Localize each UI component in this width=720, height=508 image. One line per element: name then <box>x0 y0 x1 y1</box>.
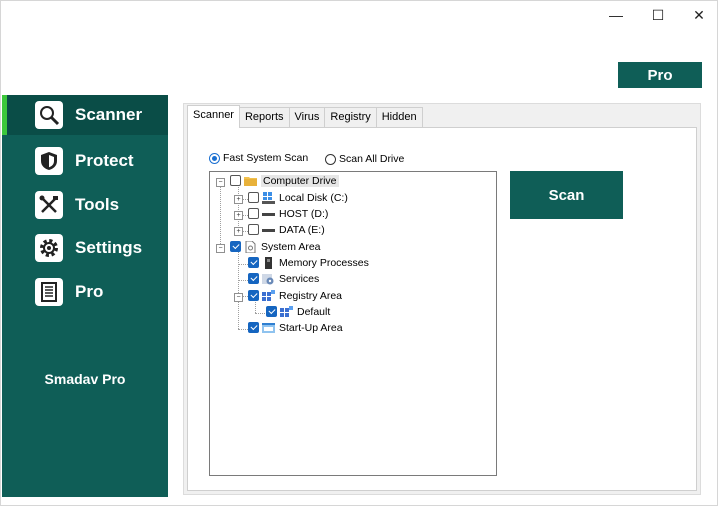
checkbox[interactable] <box>230 175 241 186</box>
sidebar-item-settings[interactable]: Settings <box>2 228 168 268</box>
sidebar-item-label: Settings <box>75 238 143 257</box>
tab-scanner[interactable]: Scanner <box>187 105 240 128</box>
sidebar-item-label: Pro <box>75 282 104 301</box>
tree-connector <box>238 329 248 330</box>
sidebar-item-tools[interactable]: Tools <box>2 185 168 225</box>
tree-node-services[interactable]: Services <box>248 271 319 286</box>
maximize-icon: ☐ <box>651 6 665 23</box>
windows-drive-icon <box>262 191 275 204</box>
tab-hidden[interactable]: Hidden <box>375 107 423 128</box>
tab-virus[interactable]: Virus <box>288 107 326 128</box>
title-bar: — ☐ ✕ <box>1 1 717 29</box>
checkbox[interactable] <box>248 322 259 333</box>
tree-node-label: Registry Area <box>279 289 343 302</box>
tree-node-label: Computer Drive <box>261 174 339 187</box>
tree-connector <box>220 185 221 248</box>
minimize-button[interactable]: — <box>594 1 638 29</box>
checkbox[interactable] <box>248 290 259 301</box>
tree-node-label: Start-Up Area <box>279 321 343 334</box>
fast-scan-label: Fast System Scan <box>223 152 309 164</box>
document-list-icon <box>35 278 63 306</box>
tree-collapse-toggle[interactable]: − <box>216 244 225 253</box>
drive-icon <box>262 208 275 220</box>
magnifier-icon <box>35 101 63 129</box>
tree-node-computer-drive[interactable]: Computer Drive <box>230 173 339 188</box>
close-icon: ✕ <box>693 6 705 23</box>
sidebar-item-pro[interactable]: Pro <box>2 272 168 312</box>
tree-connector <box>238 251 239 329</box>
tree-collapse-toggle[interactable]: − <box>234 293 243 302</box>
scan-all-label: Scan All Drive <box>339 153 405 165</box>
sidebar-item-label: Scanner <box>75 105 143 124</box>
checkbox[interactable] <box>248 224 259 235</box>
tree-collapse-toggle[interactable]: − <box>216 178 225 187</box>
close-button[interactable]: ✕ <box>677 1 720 29</box>
tree-connector <box>238 280 248 281</box>
tree-node-label: Memory Processes <box>279 256 369 269</box>
tree-expand-toggle[interactable]: + <box>234 195 243 204</box>
sidebar-item-label: Protect <box>75 151 134 170</box>
tree-node-default[interactable]: Default <box>266 304 330 319</box>
folder-icon <box>244 175 257 187</box>
tree-connector <box>238 185 239 232</box>
checkbox[interactable] <box>266 306 277 317</box>
window-icon <box>262 322 275 334</box>
tree-node-startup[interactable]: Start-Up Area <box>248 320 343 335</box>
scan-tree[interactable]: − Computer Drive + Local Disk (C:) + HOS… <box>209 171 497 476</box>
services-gear-icon <box>262 273 275 285</box>
tree-node-label: HOST (D:) <box>279 207 329 220</box>
tree-node-label: Local Disk (C:) <box>279 191 348 204</box>
tree-node-local-disk[interactable]: Local Disk (C:) <box>248 190 348 205</box>
sidebar-item-scanner[interactable]: Scanner <box>2 95 168 135</box>
memory-chip-icon <box>262 256 275 269</box>
tree-node-host[interactable]: HOST (D:) <box>248 206 328 221</box>
checkbox[interactable] <box>248 273 259 284</box>
document-icon <box>244 240 257 253</box>
tree-node-label: Default <box>297 305 331 318</box>
tab-reports[interactable]: Reports <box>238 107 290 128</box>
checkbox[interactable] <box>248 208 259 219</box>
radio-indicator <box>325 153 336 165</box>
tree-node-system-area[interactable]: System Area <box>230 239 321 254</box>
tree-node-label: System Area <box>261 240 321 253</box>
tab-registry[interactable]: Registry <box>324 107 377 128</box>
checkbox[interactable] <box>230 241 241 252</box>
scan-button[interactable]: Scan <box>510 171 623 219</box>
brand-label: Smadav Pro <box>44 371 126 387</box>
tree-expand-toggle[interactable]: + <box>234 227 243 236</box>
minimize-icon: — <box>609 7 623 23</box>
registry-icon <box>280 305 293 318</box>
app-window: — ☐ ✕ Pro Scanner Protect Tools Settings… <box>0 0 718 506</box>
checkbox[interactable] <box>248 257 259 268</box>
tree-expand-toggle[interactable]: + <box>234 211 243 220</box>
tree-connector <box>255 313 265 314</box>
checkbox[interactable] <box>248 192 259 203</box>
drive-icon <box>262 224 275 236</box>
fast-scan-radio[interactable]: Fast System Scan <box>209 152 308 164</box>
radio-indicator <box>209 152 220 164</box>
tab-bar: Scanner Reports Virus Registry Hidden <box>187 105 423 128</box>
registry-icon <box>262 289 275 302</box>
gear-icon <box>35 234 63 262</box>
maximize-button[interactable]: ☐ <box>636 1 680 29</box>
tree-node-label: DATA (E:) <box>279 223 325 236</box>
tree-connector <box>238 264 248 265</box>
sidebar-item-protect[interactable]: Protect <box>2 141 168 181</box>
tree-node-registry[interactable]: Registry Area <box>248 288 342 303</box>
sidebar-item-label: Tools <box>75 195 120 214</box>
tree-node-data[interactable]: DATA (E:) <box>248 222 325 237</box>
pro-button[interactable]: Pro <box>618 62 702 88</box>
sidebar: Scanner Protect Tools Settings Pro Smada… <box>2 95 168 497</box>
shield-icon <box>35 147 63 175</box>
tree-node-label: Services <box>279 272 320 285</box>
tools-icon <box>35 191 63 219</box>
tree-node-memory[interactable]: Memory Processes <box>248 255 369 270</box>
scan-all-radio[interactable]: Scan All Drive <box>325 153 404 165</box>
